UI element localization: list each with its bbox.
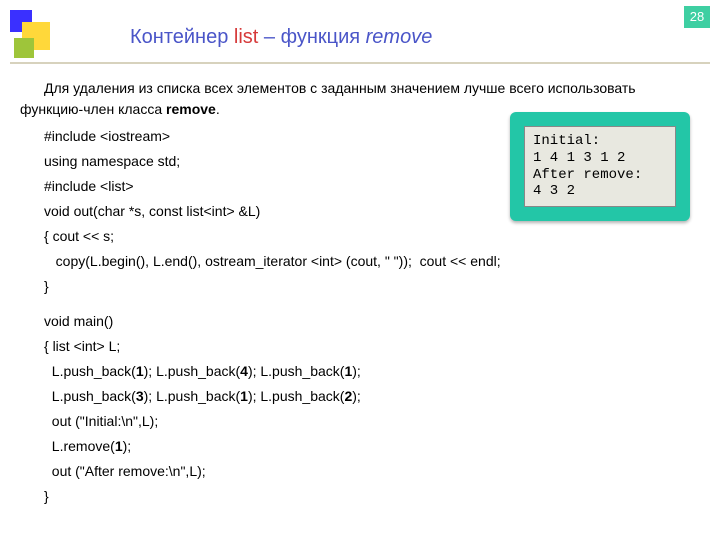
title-divider [10, 62, 710, 64]
title-part-container: Контейнер [130, 26, 234, 48]
code-line: void main() [20, 311, 700, 332]
code-line: out ("After remove:\n",L); [20, 461, 700, 482]
code-line: copy(L.begin(), L.end(), ostream_iterato… [20, 251, 700, 272]
title-part-remove: remove [366, 26, 433, 48]
slide: 28 Контейнер list – функция remove Для у… [0, 0, 720, 540]
code-line: L.remove(1); [20, 436, 700, 457]
title-part-func: – функция [258, 26, 365, 48]
code-line: L.push_back(3); L.push_back(1); L.push_b… [20, 386, 700, 407]
code-line: { list <int> L; [20, 336, 700, 357]
code-line: { cout << s; [20, 226, 700, 247]
output-panel: Initial: 1 4 1 3 1 2 After remove: 4 3 2 [510, 112, 690, 221]
code-line: out ("Initial:\n",L); [20, 411, 700, 432]
console-output: Initial: 1 4 1 3 1 2 After remove: 4 3 2 [524, 126, 676, 207]
page-number: 28 [684, 6, 710, 28]
title-part-list: list [234, 26, 258, 48]
code-line: L.push_back(1); L.push_back(4); L.push_b… [20, 361, 700, 382]
code-line: } [20, 276, 700, 297]
code-line: } [20, 486, 700, 507]
slide-title: Контейнер list – функция remove [130, 26, 432, 49]
